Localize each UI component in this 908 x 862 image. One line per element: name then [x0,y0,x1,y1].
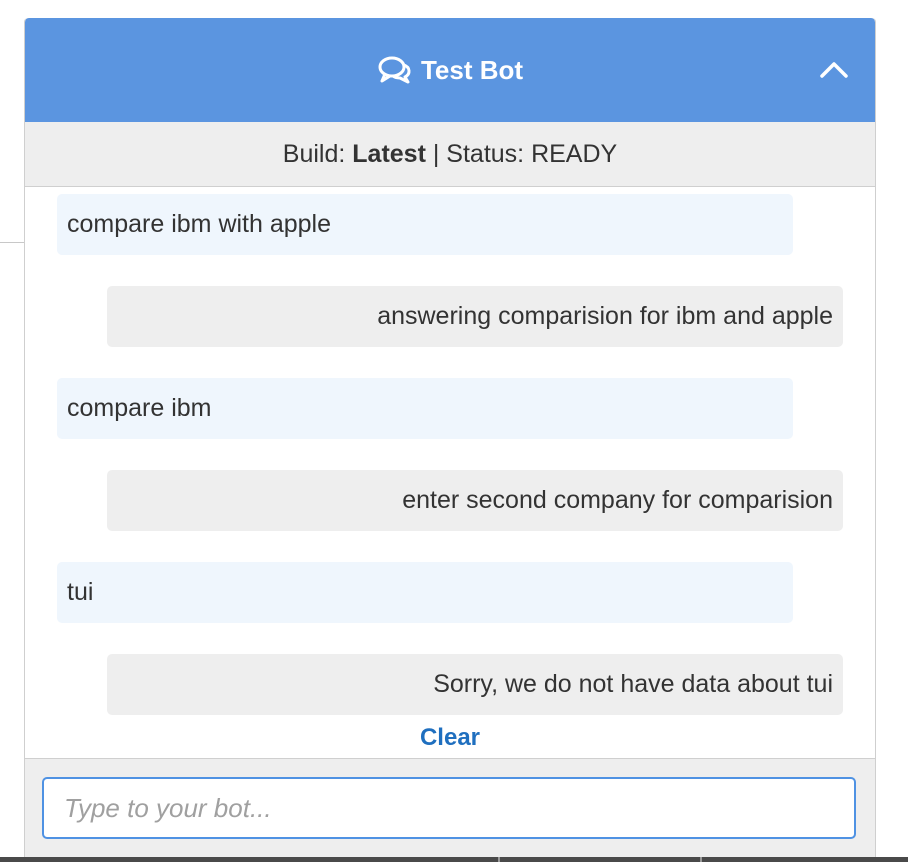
user-message: compare ibm with apple [57,194,793,255]
input-footer [25,758,875,860]
message-text: compare ibm [67,394,212,422]
message-text: answering comparision for ibm and apple [377,302,833,330]
header-title-row: Test Bot [25,18,875,122]
message-text: enter second company for comparision [402,486,833,514]
message-text: tui [67,578,94,606]
user-message: tui [57,562,793,623]
panel-header[interactable]: Test Bot [25,18,875,122]
bot-message: Sorry, we do not have data about tui [107,654,843,715]
background-bottom-bar [0,857,908,862]
chat-bubbles-icon [378,56,411,84]
user-message: compare ibm [57,378,793,439]
background-divider [0,242,26,243]
message-text: Sorry, we do not have data about tui [433,670,833,698]
bot-message: enter second company for comparision [107,470,843,531]
build-value: Latest [352,139,426,168]
message-input[interactable] [42,777,856,839]
test-bot-panel: Test Bot Build: Latest | Status: READY c… [24,18,876,861]
status-separator: | [425,139,447,168]
status-label: Status: [446,139,532,168]
build-status-bar: Build: Latest | Status: READY [25,122,875,187]
message-text: compare ibm with apple [67,210,332,238]
panel-title: Test Bot [420,54,524,85]
clear-button[interactable]: Clear [25,724,875,754]
bot-message: answering comparision for ibm and apple [107,286,843,347]
chevron-up-icon[interactable] [817,54,851,84]
message-list[interactable]: compare ibm with apple answering compari… [25,187,875,747]
status-value: READY [531,139,618,168]
build-label: Build: [282,139,353,168]
